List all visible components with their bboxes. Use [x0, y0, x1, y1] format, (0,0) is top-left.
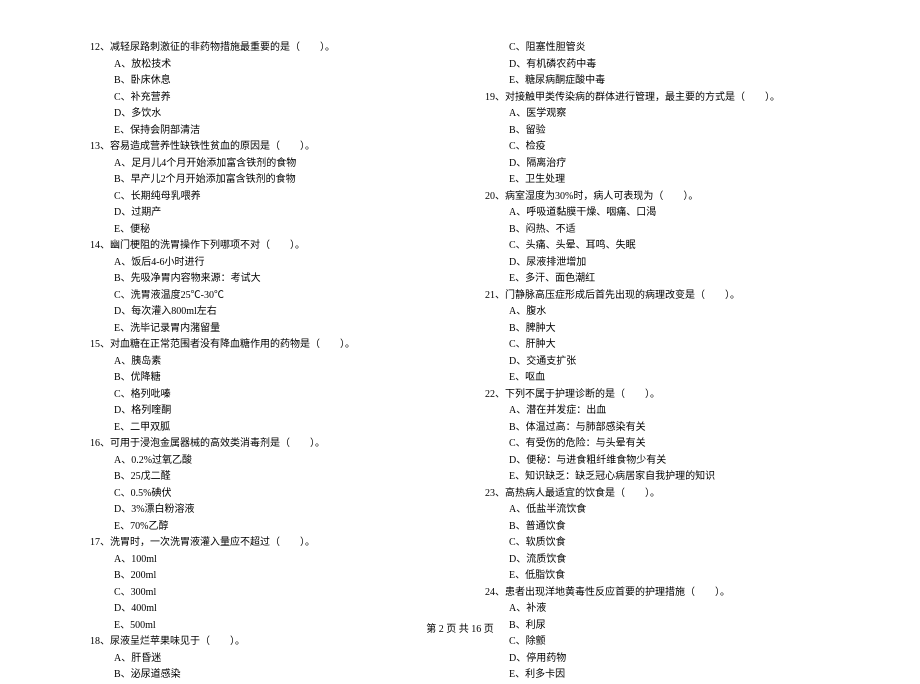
option-text: E、保持会阴部清洁 — [90, 123, 435, 140]
option-text: D、交通支扩张 — [485, 354, 830, 371]
option-text: D、流质饮食 — [485, 552, 830, 569]
option-text: C、阻塞性胆管炎 — [485, 40, 830, 57]
option-text: C、有受伤的危险：与头晕有关 — [485, 436, 830, 453]
question-text: 20、病室湿度为30%时，病人可表现为（ ）。 — [485, 189, 830, 206]
left-column: 12、减轻尿路刺激征的非药物措施最重要的是（ ）。A、放松技术B、卧床休息C、补… — [90, 40, 435, 684]
option-text: D、尿液排泄增加 — [485, 255, 830, 272]
option-text: A、腹水 — [485, 304, 830, 321]
option-text: E、呕血 — [485, 370, 830, 387]
option-text: D、3%漂白粉溶液 — [90, 502, 435, 519]
option-text: A、潜在并发症：出血 — [485, 403, 830, 420]
option-text: A、100ml — [90, 552, 435, 569]
option-text: B、25戊二醛 — [90, 469, 435, 486]
option-text: B、200ml — [90, 568, 435, 585]
option-text: A、放松技术 — [90, 57, 435, 74]
option-text: B、早产儿2个月开始添加富含铁剂的食物 — [90, 172, 435, 189]
option-text: D、有机磷农药中毒 — [485, 57, 830, 74]
option-text: A、足月儿4个月开始添加富含铁剂的食物 — [90, 156, 435, 173]
question-text: 23、高热病人最适宜的饮食是（ ）。 — [485, 486, 830, 503]
option-text: D、格列喹酮 — [90, 403, 435, 420]
option-text: C、格列吡嗪 — [90, 387, 435, 404]
option-text: D、400ml — [90, 601, 435, 618]
question-block: 15、对血糖在正常范围者没有降血糖作用的药物是（ ）。A、胰岛素B、优降糖C、格… — [90, 337, 435, 436]
option-text: A、医学观察 — [485, 106, 830, 123]
option-text: B、脾肿大 — [485, 321, 830, 338]
option-text: D、便秘：与进食粗纤维食物少有关 — [485, 453, 830, 470]
option-text: A、饭后4-6小时进行 — [90, 255, 435, 272]
option-text: B、卧床休息 — [90, 73, 435, 90]
option-text: B、普通饮食 — [485, 519, 830, 536]
option-text: C、检疫 — [485, 139, 830, 156]
option-text: D、过期产 — [90, 205, 435, 222]
question-text: 15、对血糖在正常范围者没有降血糖作用的药物是（ ）。 — [90, 337, 435, 354]
question-text: 18、尿液呈烂苹果味见于（ ）。 — [90, 634, 435, 651]
option-text: A、肝昏迷 — [90, 651, 435, 668]
option-text: E、利多卡因 — [485, 667, 830, 684]
question-block: 12、减轻尿路刺激征的非药物措施最重要的是（ ）。A、放松技术B、卧床休息C、补… — [90, 40, 435, 139]
question-block: 21、门静脉高压症形成后首先出现的病理改变是（ ）。A、腹水B、脾肿大C、肝肿大… — [485, 288, 830, 387]
question-block: 22、下列不属于护理诊断的是（ ）。A、潜在并发症：出血B、体温过高：与肺部感染… — [485, 387, 830, 486]
option-text: B、优降糖 — [90, 370, 435, 387]
option-text: C、补充营养 — [90, 90, 435, 107]
option-text: C、头痛、头晕、耳鸣、失眠 — [485, 238, 830, 255]
question-text: 14、幽门梗阻的洗胃操作下列哪项不对（ ）。 — [90, 238, 435, 255]
option-text: B、先吸净胃内容物来源：考试大 — [90, 271, 435, 288]
option-text: C、洗胃液温度25℃-30℃ — [90, 288, 435, 305]
question-block: 19、对接触甲类传染病的群体进行管理，最主要的方式是（ ）。A、医学观察B、留验… — [485, 90, 830, 189]
option-text: D、停用药物 — [485, 651, 830, 668]
option-text: A、呼吸道黏膜干燥、咽痛、口渴 — [485, 205, 830, 222]
question-text: 12、减轻尿路刺激征的非药物措施最重要的是（ ）。 — [90, 40, 435, 57]
question-text: 22、下列不属于护理诊断的是（ ）。 — [485, 387, 830, 404]
option-text: E、知识缺乏：缺乏冠心病居家自我护理的知识 — [485, 469, 830, 486]
option-text: B、闷热、不适 — [485, 222, 830, 239]
content-columns: 12、减轻尿路刺激征的非药物措施最重要的是（ ）。A、放松技术B、卧床休息C、补… — [90, 40, 830, 684]
option-text: E、二甲双胍 — [90, 420, 435, 437]
option-text: A、补液 — [485, 601, 830, 618]
option-text: C、软质饮食 — [485, 535, 830, 552]
question-block: 23、高热病人最适宜的饮食是（ ）。A、低盐半流饮食B、普通饮食C、软质饮食D、… — [485, 486, 830, 585]
question-block: 16、可用于浸泡金属器械的高效类消毒剂是（ ）。A、0.2%过氧乙酸B、25戊二… — [90, 436, 435, 535]
right-column: C、阻塞性胆管炎D、有机磷农药中毒E、糖尿病酮症酸中毒19、对接触甲类传染病的群… — [485, 40, 830, 684]
option-text: C、长期纯母乳喂养 — [90, 189, 435, 206]
question-block: 14、幽门梗阻的洗胃操作下列哪项不对（ ）。A、饭后4-6小时进行B、先吸净胃内… — [90, 238, 435, 337]
option-text: B、泌尿道感染 — [90, 667, 435, 684]
page-footer: 第 2 页 共 16 页 — [0, 620, 920, 635]
option-text: E、洗毕记录胃内潴留量 — [90, 321, 435, 338]
question-text: 24、患者出现洋地黄毒性反应首要的护理措施（ ）。 — [485, 585, 830, 602]
question-block: 13、容易造成营养性缺铁性贫血的原因是（ ）。A、足月儿4个月开始添加富含铁剂的… — [90, 139, 435, 238]
option-text: E、便秘 — [90, 222, 435, 239]
question-text: 17、洗胃时，一次洗胃液灌入量应不超过（ ）。 — [90, 535, 435, 552]
option-text: E、低脂饮食 — [485, 568, 830, 585]
option-text: E、卫生处理 — [485, 172, 830, 189]
question-text: 13、容易造成营养性缺铁性贫血的原因是（ ）。 — [90, 139, 435, 156]
option-text: C、0.5%碘伏 — [90, 486, 435, 503]
question-text: 21、门静脉高压症形成后首先出现的病理改变是（ ）。 — [485, 288, 830, 305]
option-text: E、多汗、面色潮红 — [485, 271, 830, 288]
option-text: A、胰岛素 — [90, 354, 435, 371]
option-text: D、多饮水 — [90, 106, 435, 123]
option-text: B、留验 — [485, 123, 830, 140]
option-text: E、70%乙醇 — [90, 519, 435, 536]
option-text: E、糖尿病酮症酸中毒 — [485, 73, 830, 90]
question-block: 18、尿液呈烂苹果味见于（ ）。A、肝昏迷B、泌尿道感染 — [90, 634, 435, 684]
option-text: D、每次灌入800ml左右 — [90, 304, 435, 321]
option-text: C、除颤 — [485, 634, 830, 651]
option-text: A、0.2%过氧乙酸 — [90, 453, 435, 470]
question-text: 19、对接触甲类传染病的群体进行管理，最主要的方式是（ ）。 — [485, 90, 830, 107]
option-text: C、肝肿大 — [485, 337, 830, 354]
question-block: 20、病室湿度为30%时，病人可表现为（ ）。A、呼吸道黏膜干燥、咽痛、口渴B、… — [485, 189, 830, 288]
option-text: C、300ml — [90, 585, 435, 602]
option-text: A、低盐半流饮食 — [485, 502, 830, 519]
question-text: 16、可用于浸泡金属器械的高效类消毒剂是（ ）。 — [90, 436, 435, 453]
option-text: D、隔离治疗 — [485, 156, 830, 173]
option-text: B、体温过高：与肺部感染有关 — [485, 420, 830, 437]
